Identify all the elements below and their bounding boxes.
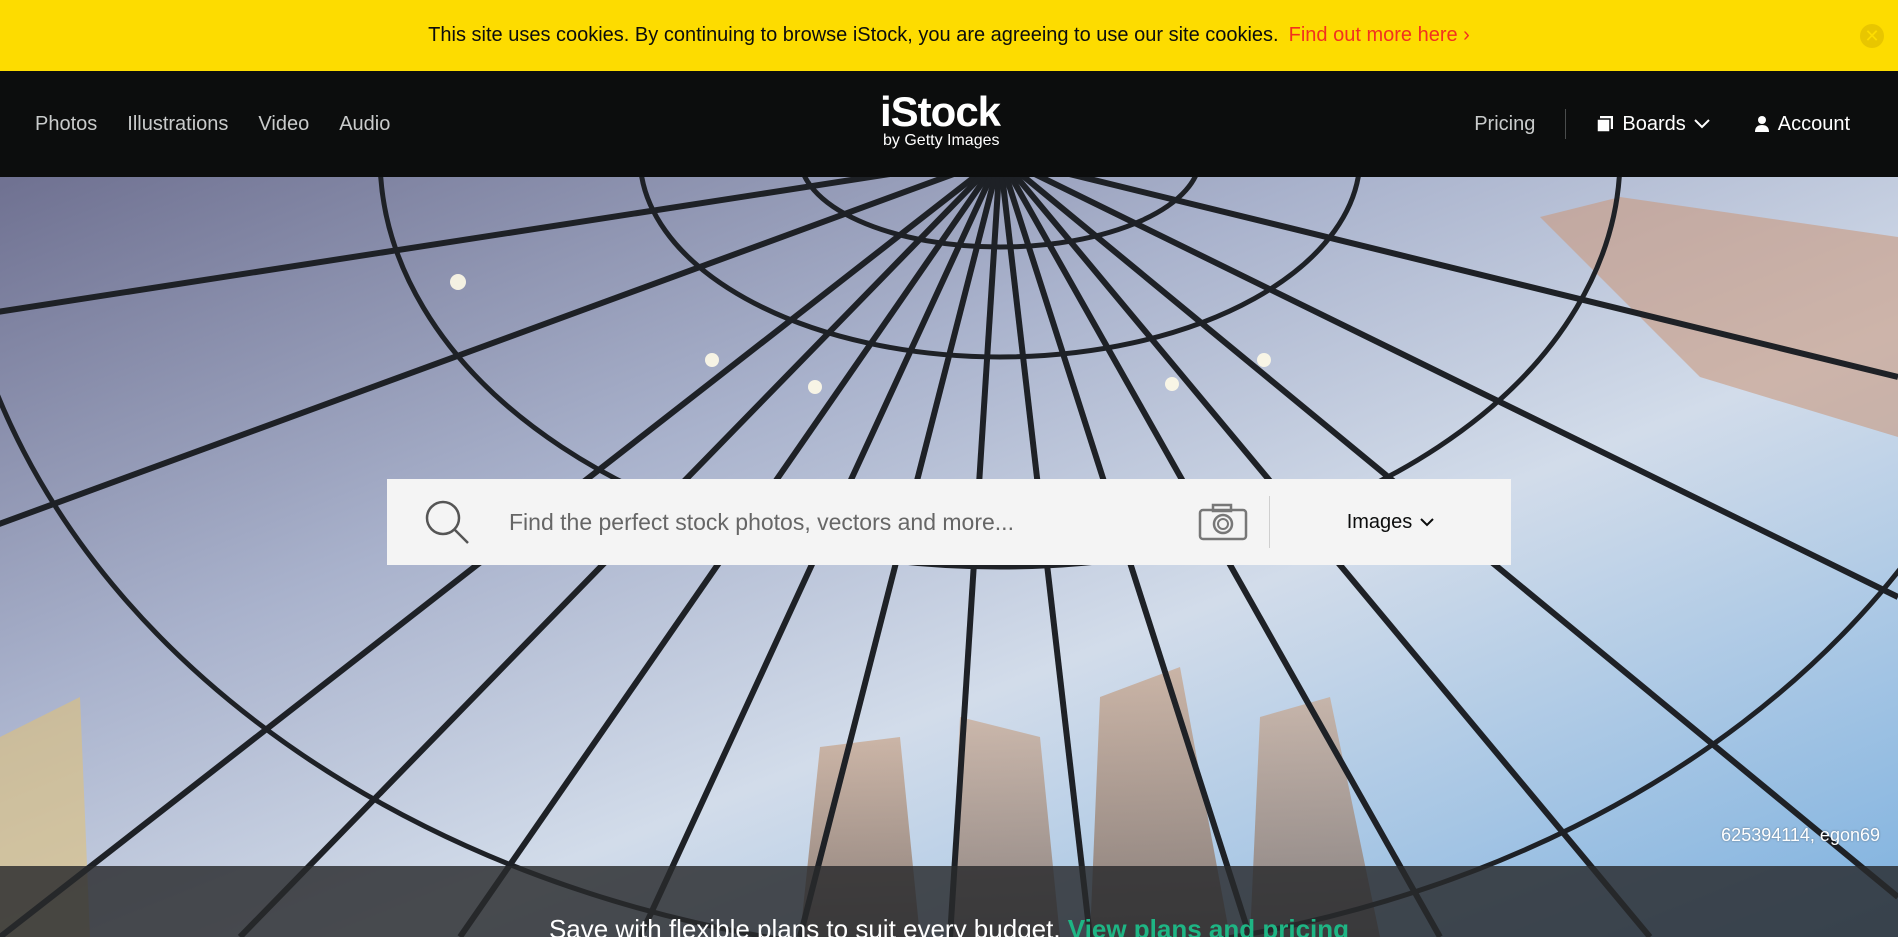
chevron-down-icon bbox=[1694, 119, 1710, 129]
camera-icon[interactable] bbox=[1197, 502, 1249, 542]
cookie-message: This site uses cookies. By continuing to… bbox=[428, 24, 1279, 46]
nav-photos[interactable]: Photos bbox=[35, 113, 97, 136]
site-header: Photos Illustrations Video Audio iStock … bbox=[0, 71, 1898, 177]
cookie-more-link[interactable]: Find out more here › bbox=[1289, 24, 1470, 47]
search-bar: Images bbox=[387, 479, 1511, 565]
logo-subtitle: by Getty Images bbox=[883, 132, 1000, 149]
boards-label: Boards bbox=[1622, 112, 1686, 135]
account-menu[interactable]: Account bbox=[1754, 113, 1850, 136]
media-type-select[interactable]: Images bbox=[1270, 511, 1511, 534]
promo-text: Save with flexible plans to suit every b… bbox=[548, 914, 1061, 937]
promo-link[interactable]: View plans and pricing bbox=[1068, 914, 1349, 937]
account-label: Account bbox=[1777, 112, 1850, 135]
search-icon[interactable] bbox=[417, 499, 477, 545]
media-type-label: Images bbox=[1346, 510, 1413, 533]
user-icon bbox=[1754, 116, 1769, 132]
search-input[interactable] bbox=[507, 497, 1157, 547]
nav-audio[interactable]: Audio bbox=[339, 113, 390, 136]
chevron-down-icon bbox=[1420, 517, 1435, 526]
istock-logo[interactable]: iStock by Getty Images bbox=[880, 91, 1020, 151]
user-nav: Pricing Boards Account bbox=[1474, 71, 1850, 177]
boards-icon bbox=[1596, 116, 1614, 133]
logo-wordmark: iStock bbox=[880, 88, 1001, 135]
promo-banner: Save with flexible plans to suit every b… bbox=[0, 866, 1898, 937]
cookie-banner: This site uses cookies. By continuing to… bbox=[0, 0, 1898, 71]
close-icon[interactable]: ✕ bbox=[1860, 24, 1884, 48]
nav-divider bbox=[1565, 109, 1567, 139]
boards-menu[interactable]: Boards bbox=[1596, 112, 1710, 136]
image-credit: 625394114, egon69 bbox=[1721, 825, 1880, 845]
nav-video[interactable]: Video bbox=[258, 113, 309, 136]
nav-pricing[interactable]: Pricing bbox=[1474, 113, 1565, 136]
hero-section: Images 625394114, egon69 Save with flexi… bbox=[0, 177, 1898, 937]
main-nav: Photos Illustrations Video Audio bbox=[35, 71, 390, 177]
nav-illustrations[interactable]: Illustrations bbox=[127, 113, 228, 136]
